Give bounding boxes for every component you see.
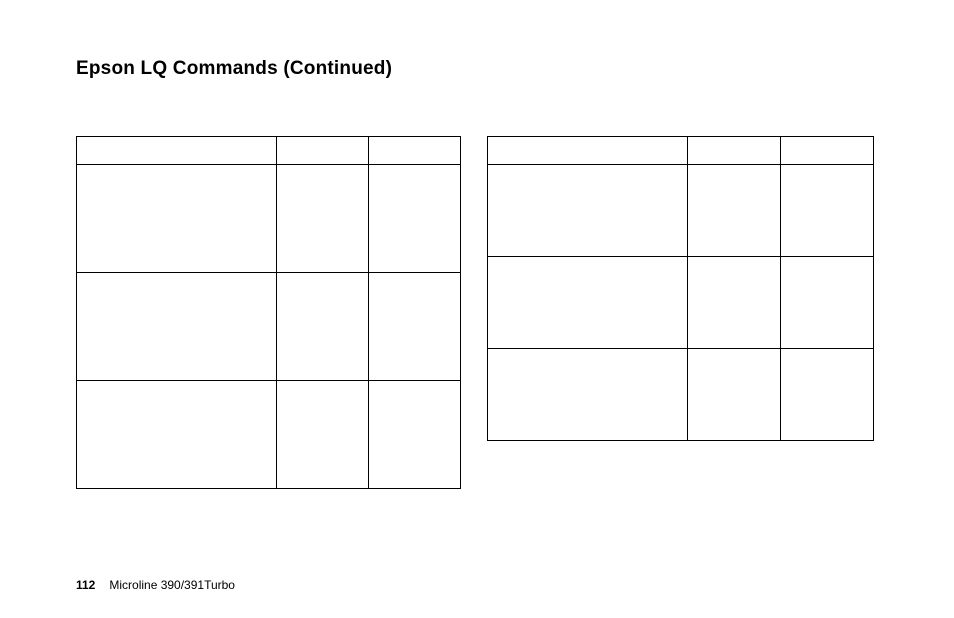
tables-container (76, 136, 878, 489)
table-cell (488, 257, 688, 349)
table-cell (77, 381, 277, 489)
footer-model: Microline 390/391Turbo (109, 578, 235, 592)
right-table-header-cell (781, 137, 874, 165)
document-page: Epson LQ Commands (Continued) (0, 0, 954, 618)
table-row (488, 165, 874, 257)
table-row (77, 273, 461, 381)
table-cell (277, 165, 369, 273)
table-cell (77, 165, 277, 273)
table-cell (781, 349, 874, 441)
table-cell (77, 273, 277, 381)
table-row (77, 381, 461, 489)
page-title: Epson LQ Commands (Continued) (76, 58, 878, 80)
table-cell (781, 165, 874, 257)
table-row (77, 165, 461, 273)
table-cell (488, 165, 688, 257)
table-cell (781, 257, 874, 349)
page-footer: 112 Microline 390/391Turbo (76, 578, 235, 592)
table-cell (369, 165, 461, 273)
table-row (488, 257, 874, 349)
right-table-header-row (488, 137, 874, 165)
table-cell (688, 349, 781, 441)
table-cell (369, 381, 461, 489)
left-table-header-cell (277, 137, 369, 165)
left-table-header-cell (77, 137, 277, 165)
left-table (76, 136, 461, 489)
right-table-header-cell (488, 137, 688, 165)
left-table-header-row (77, 137, 461, 165)
right-table-header-cell (688, 137, 781, 165)
table-row (488, 349, 874, 441)
table-cell (488, 349, 688, 441)
table-cell (277, 273, 369, 381)
right-table (487, 136, 874, 441)
page-number: 112 (76, 578, 95, 592)
table-cell (688, 165, 781, 257)
table-cell (277, 381, 369, 489)
left-table-header-cell (369, 137, 461, 165)
table-cell (369, 273, 461, 381)
table-cell (688, 257, 781, 349)
